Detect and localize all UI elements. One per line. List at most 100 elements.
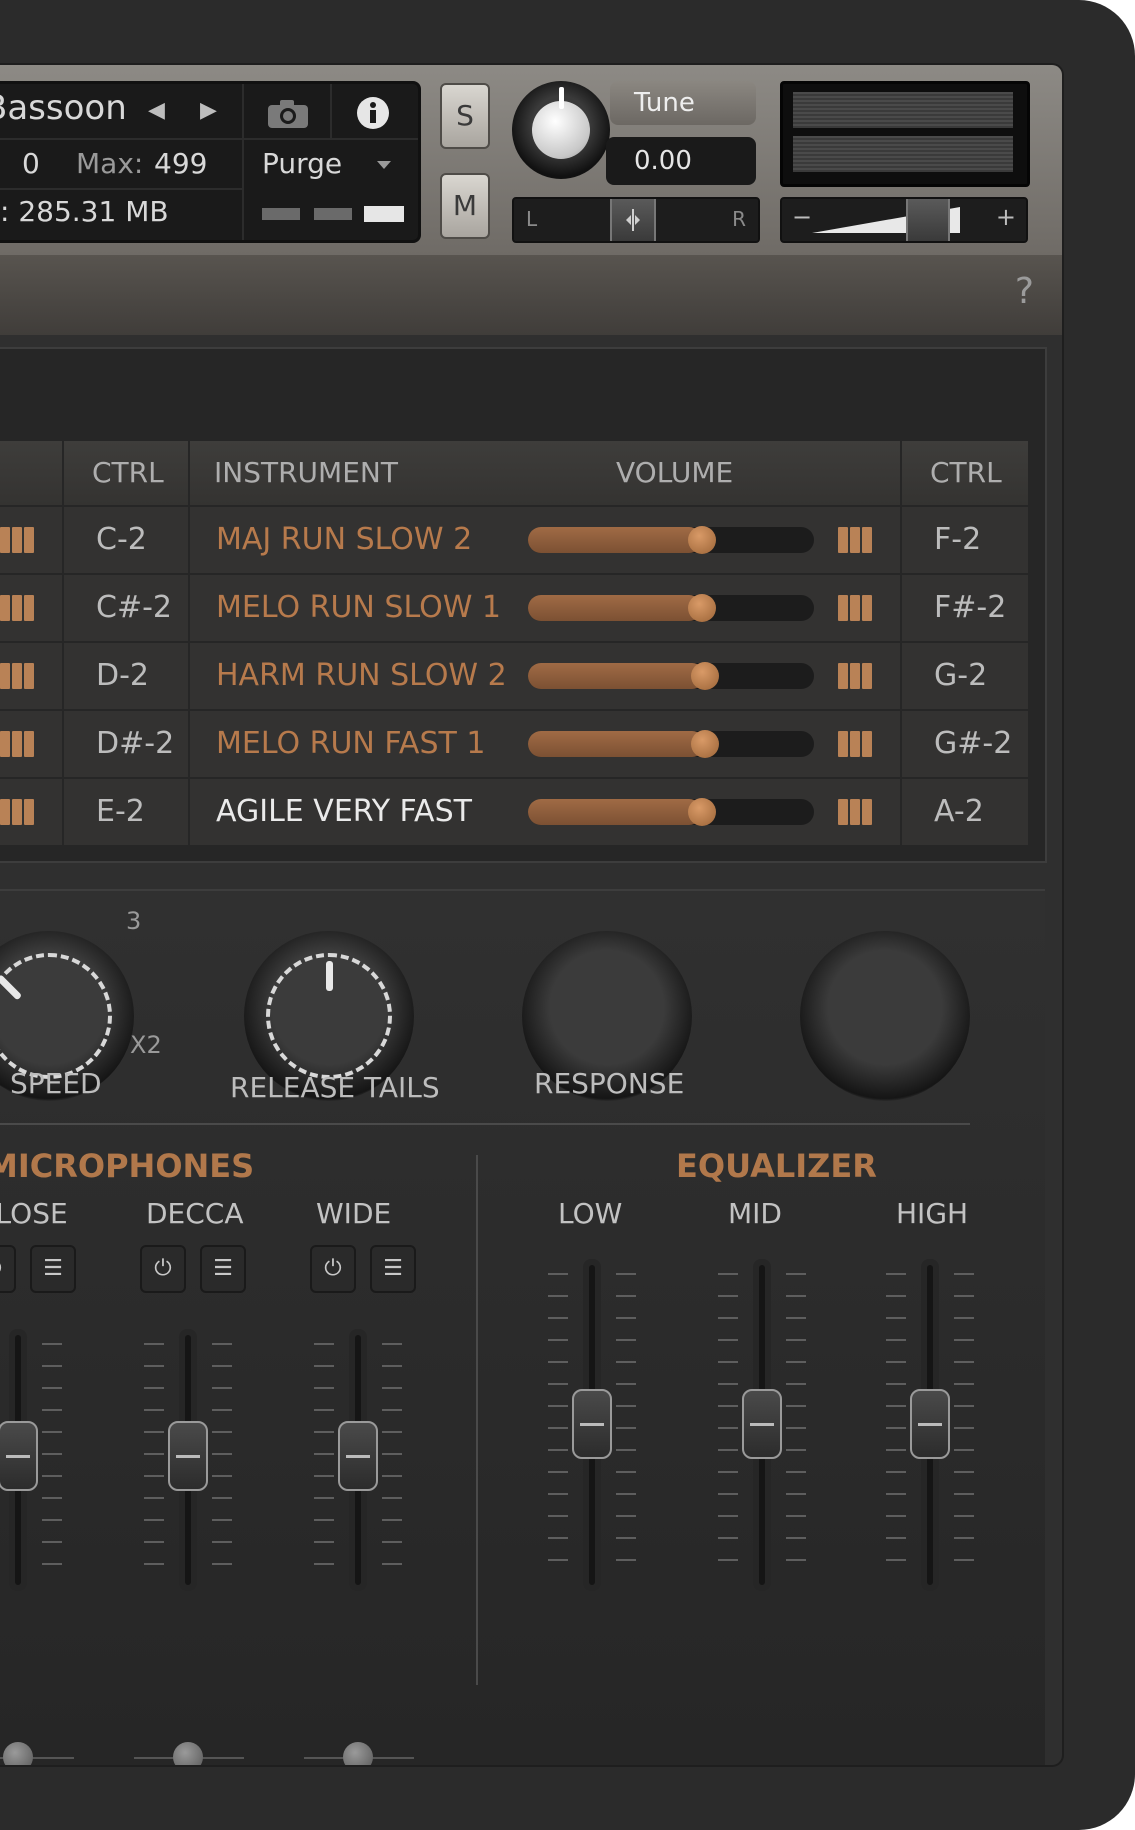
fader-tick [548, 1361, 568, 1363]
level-meter-right [793, 136, 1013, 172]
divider [900, 441, 902, 847]
row-ctrl-left[interactable]: E-2 [96, 779, 145, 845]
row-instrument[interactable]: AGILE VERY FAST [216, 779, 472, 845]
pan-slider[interactable]: L R [512, 197, 760, 243]
keyswitch-icon[interactable] [0, 731, 34, 757]
volume-plus-icon[interactable]: + [996, 203, 1016, 231]
row-instrument[interactable]: MELO RUN FAST 1 [216, 711, 485, 777]
pan-handle[interactable] [610, 199, 656, 241]
row-volume-thumb[interactable] [688, 798, 716, 826]
fader-tick [314, 1387, 334, 1389]
volume-slider[interactable]: − + [780, 197, 1028, 243]
mic-list-icon[interactable]: ☰ [30, 1245, 76, 1293]
row-volume-fill [528, 663, 705, 689]
table-row[interactable]: E-2 AGILE VERY FAST A-2 [0, 777, 1028, 845]
snapshot-camera-icon[interactable] [266, 98, 310, 130]
row-volume-thumb[interactable] [688, 594, 716, 622]
row-volume-slider[interactable] [528, 730, 814, 758]
next-instrument-icon[interactable]: ▶ [200, 98, 217, 123]
row-instrument[interactable]: MELO RUN SLOW 1 [216, 575, 501, 641]
keyswitch-icon[interactable] [0, 595, 34, 621]
tune-knob[interactable] [512, 81, 610, 179]
eq-fader-handle[interactable] [910, 1389, 950, 1459]
fader-tick [616, 1295, 636, 1297]
keyswitch-icon[interactable] [0, 799, 34, 825]
row-ctrl-right[interactable]: F-2 [934, 507, 981, 573]
row-ctrl-right[interactable]: A-2 [934, 779, 984, 845]
fader-tick [786, 1295, 806, 1297]
mic-channel-label: WIDE [316, 1197, 392, 1230]
mic-pan-knob[interactable] [343, 1742, 373, 1765]
volume-minus-icon[interactable]: − [792, 203, 812, 231]
row-ctrl-left[interactable]: D-2 [96, 643, 149, 709]
mic-power-icon[interactable]: ⏻ [140, 1245, 186, 1293]
row-volume-thumb[interactable] [691, 662, 719, 690]
row-volume-slider[interactable] [528, 526, 814, 554]
row-ctrl-left[interactable]: C#-2 [96, 575, 172, 641]
mic-fader-handle[interactable] [168, 1421, 208, 1491]
row-volume-thumb[interactable] [688, 526, 716, 554]
row-volume-slider[interactable] [528, 594, 814, 622]
unlabeled-knob[interactable] [800, 931, 970, 1101]
fader-tick [718, 1537, 738, 1539]
help-icon[interactable]: ? [1015, 271, 1034, 312]
fader-tick [886, 1471, 906, 1473]
fader-tick [786, 1493, 806, 1495]
fader-tick [718, 1405, 738, 1407]
row-volume-fill [528, 731, 705, 757]
fader-tick [954, 1273, 974, 1275]
mic-list-icon[interactable]: ☰ [200, 1245, 246, 1293]
max-label: Max: [76, 147, 144, 180]
max-voices-value[interactable]: 499 [154, 148, 207, 180]
fader-tick [786, 1405, 806, 1407]
keyswitch-icon[interactable] [838, 731, 872, 757]
instrument-name[interactable]: Bassoon [0, 91, 127, 125]
row-ctrl-right[interactable]: G#-2 [934, 711, 1012, 777]
chevron-down-icon[interactable] [376, 160, 392, 170]
keyswitch-icon[interactable] [838, 527, 872, 553]
table-row[interactable]: C-2 MAJ RUN SLOW 2 F-2 [0, 505, 1028, 573]
mic-power-icon[interactable]: ⏻ [310, 1245, 356, 1293]
keyswitch-icon[interactable] [838, 595, 872, 621]
purge-menu[interactable]: Purge [262, 148, 342, 180]
keyswitch-icon[interactable] [838, 663, 872, 689]
mute-button[interactable]: M [440, 173, 490, 239]
mic-fader-handle[interactable] [338, 1421, 378, 1491]
tune-value[interactable]: 0.00 [606, 137, 756, 185]
mic-pan-knob[interactable] [173, 1742, 203, 1765]
fader-tick [42, 1541, 62, 1543]
row-ctrl-right[interactable]: G-2 [934, 643, 987, 709]
volume-handle[interactable] [906, 199, 950, 241]
keyswitch-icon[interactable] [838, 799, 872, 825]
mic-power-icon[interactable]: ⏻ [0, 1245, 16, 1293]
row-volume-thumb[interactable] [691, 730, 719, 758]
fader-tick [718, 1317, 738, 1319]
fader-tick [954, 1317, 974, 1319]
eq-fader-handle[interactable] [742, 1389, 782, 1459]
mic-fader-handle[interactable] [0, 1421, 38, 1491]
fader-tick [718, 1273, 738, 1275]
solo-button[interactable]: S [440, 83, 490, 149]
fader-tick [314, 1497, 334, 1499]
tune-knob-indicator [559, 87, 564, 109]
mic-pan-knob[interactable] [3, 1742, 33, 1765]
info-icon[interactable] [356, 96, 390, 130]
prev-instrument-icon[interactable]: ◀ [148, 98, 165, 123]
keyswitch-icon[interactable] [0, 527, 34, 553]
row-ctrl-left[interactable]: D#-2 [96, 711, 174, 777]
table-row[interactable]: C#-2 MELO RUN SLOW 1 F#-2 [0, 573, 1028, 641]
purge-indicator-active [364, 206, 404, 222]
mic-list-icon[interactable]: ☰ [370, 1245, 416, 1293]
table-row[interactable]: D-2 HARM RUN SLOW 2 G-2 [0, 641, 1028, 709]
row-ctrl-left[interactable]: C-2 [96, 507, 147, 573]
row-volume-slider[interactable] [528, 798, 814, 826]
keyswitch-icon[interactable] [0, 663, 34, 689]
row-instrument[interactable]: MAJ RUN SLOW 2 [216, 507, 472, 573]
fader-tick [42, 1409, 62, 1411]
fader-tick [954, 1471, 974, 1473]
eq-fader-handle[interactable] [572, 1389, 612, 1459]
row-instrument[interactable]: HARM RUN SLOW 2 [216, 643, 507, 709]
row-volume-slider[interactable] [528, 662, 814, 690]
row-ctrl-right[interactable]: F#-2 [934, 575, 1006, 641]
table-row[interactable]: D#-2 MELO RUN FAST 1 G#-2 [0, 709, 1028, 777]
